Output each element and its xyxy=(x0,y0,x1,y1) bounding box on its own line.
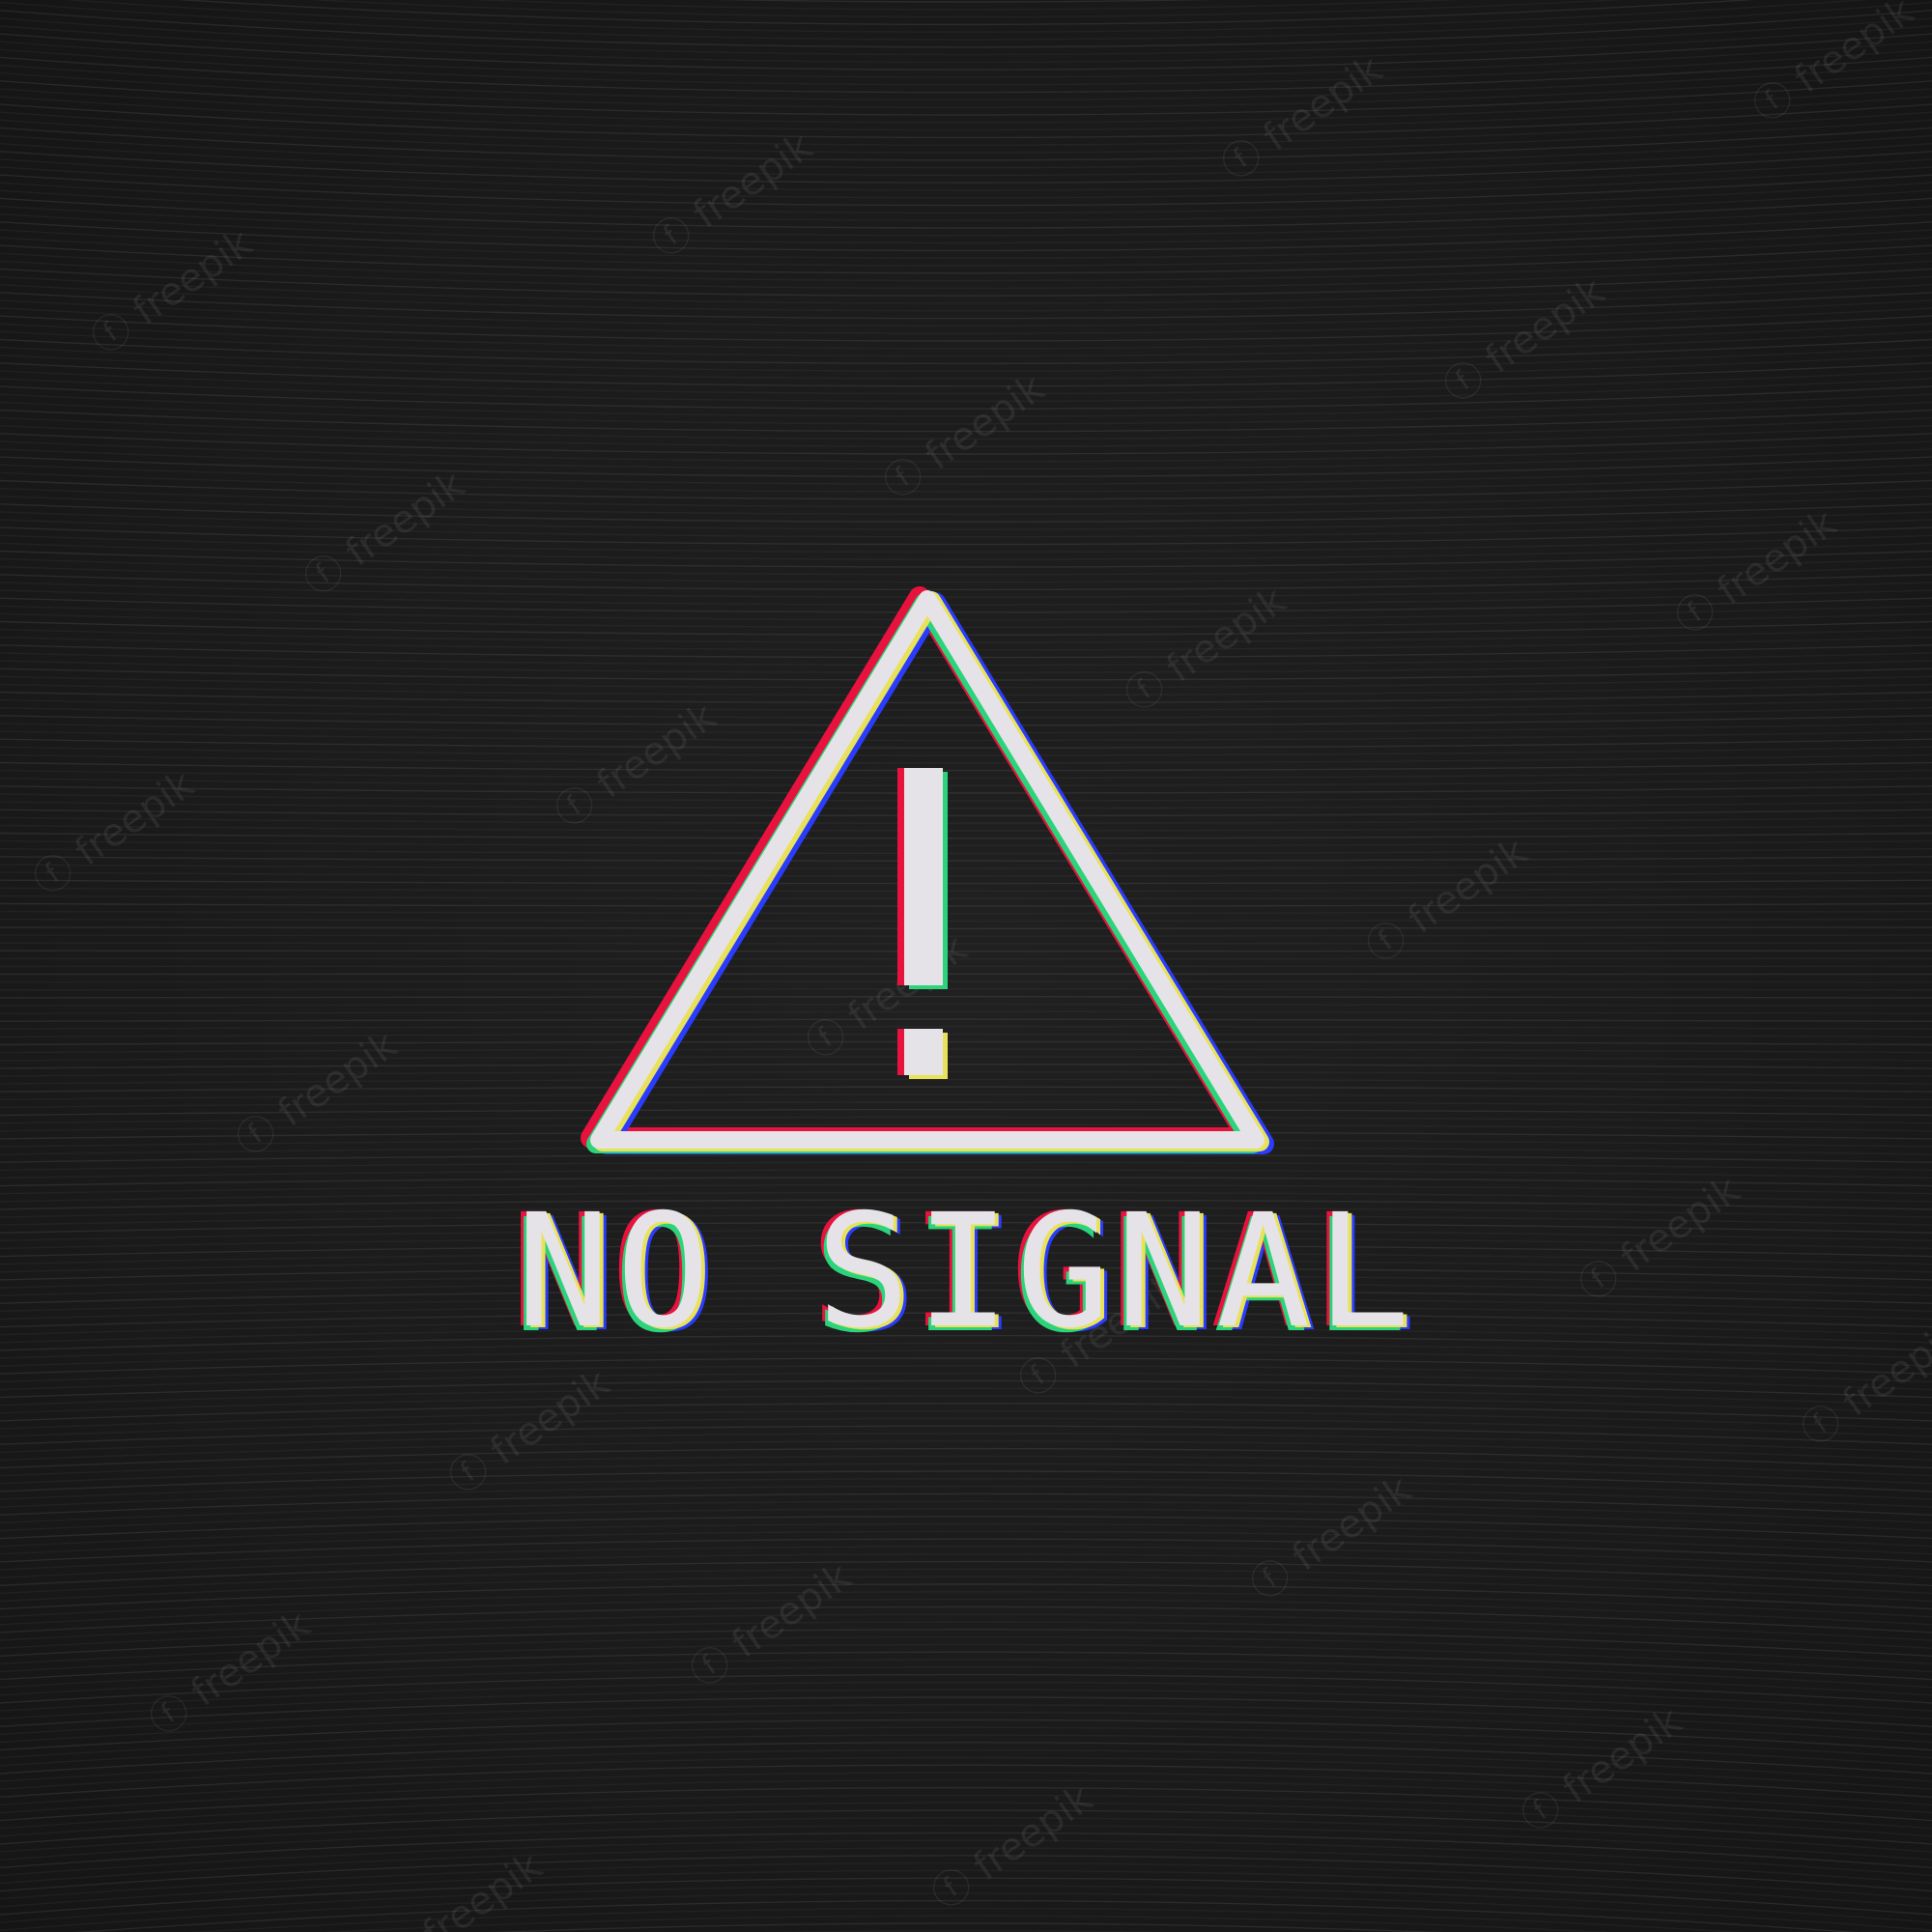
no-signal-screen: ⓕ freepik ⓕ freepik ⓕ freepik ⓕ freepik ⓕ fr… xyxy=(0,0,1932,1932)
exclamation-icon xyxy=(897,768,948,1079)
no-signal-message-group: NO SIGNAL NO SIGNAL NO SIGNAL NO SIGNAL … xyxy=(0,0,1932,1932)
no-signal-text: NO SIGNAL NO SIGNAL NO SIGNAL NO SIGNAL … xyxy=(0,1181,1932,1363)
no-signal-label: NO SIGNAL xyxy=(516,1181,1416,1363)
warning-triangle-icon xyxy=(581,586,1274,1154)
